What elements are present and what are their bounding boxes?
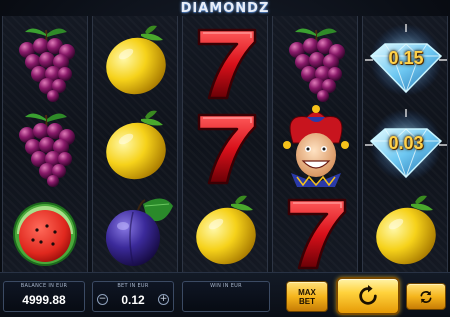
bet-increase-button[interactable]: + [158, 294, 169, 305]
reels-area: 0.15 0.03 [0, 16, 450, 273]
lemon-icon [363, 188, 449, 273]
plum-icon [93, 188, 179, 273]
diamond-icon: 0.15 [363, 18, 449, 103]
diamond-win-value: 0.03 [388, 133, 424, 153]
lemon-icon [183, 188, 269, 273]
seven-icon [183, 103, 269, 188]
spin-icon [359, 285, 377, 305]
seven-icon [183, 18, 269, 103]
max-bet-label-line1: MAX [298, 287, 316, 297]
balance-value: 4999.88 [22, 293, 66, 307]
jester-icon [273, 103, 359, 188]
game-logo: DIAMONDZ [180, 0, 270, 16]
spin-button[interactable] [336, 277, 400, 315]
lemon-icon [93, 18, 179, 103]
reel-2 [92, 16, 178, 272]
autoplay-button[interactable] [406, 283, 446, 310]
grapes-icon [3, 103, 89, 188]
max-bet-button[interactable]: MAX BET [286, 281, 328, 312]
bet-label: BET IN EUR [117, 283, 149, 289]
balance-panel: BALANCE IN EUR 4999.88 [3, 281, 85, 312]
bet-decrease-button[interactable]: − [97, 294, 108, 305]
seven-icon [273, 188, 359, 273]
reel-3 [182, 16, 269, 273]
reel-1 [2, 16, 88, 272]
bet-panel: BET IN EUR 0.12 − + [92, 281, 174, 312]
grapes-icon [3, 18, 89, 103]
watermelon-icon [3, 188, 89, 273]
win-label: WIN IN EUR [210, 283, 242, 289]
reel-5: 0.15 0.03 [362, 16, 449, 273]
game-screen: DIAMONDZ 0.15 0.03 BALANCE IN EUR 4999.8… [0, 0, 450, 317]
diamond-icon: 0.03 [363, 103, 449, 188]
win-panel: WIN IN EUR [182, 281, 270, 312]
balance-label: BALANCE IN EUR [20, 283, 68, 289]
grapes-icon [273, 18, 359, 103]
diamond-win-value: 0.15 [388, 48, 424, 68]
reel-4 [272, 16, 358, 272]
max-bet-label-line2: BET [299, 296, 315, 306]
control-bar: BALANCE IN EUR 4999.88 BET IN EUR 0.12 −… [0, 272, 450, 317]
autoplay-icon [420, 290, 432, 303]
lemon-icon [93, 103, 179, 188]
